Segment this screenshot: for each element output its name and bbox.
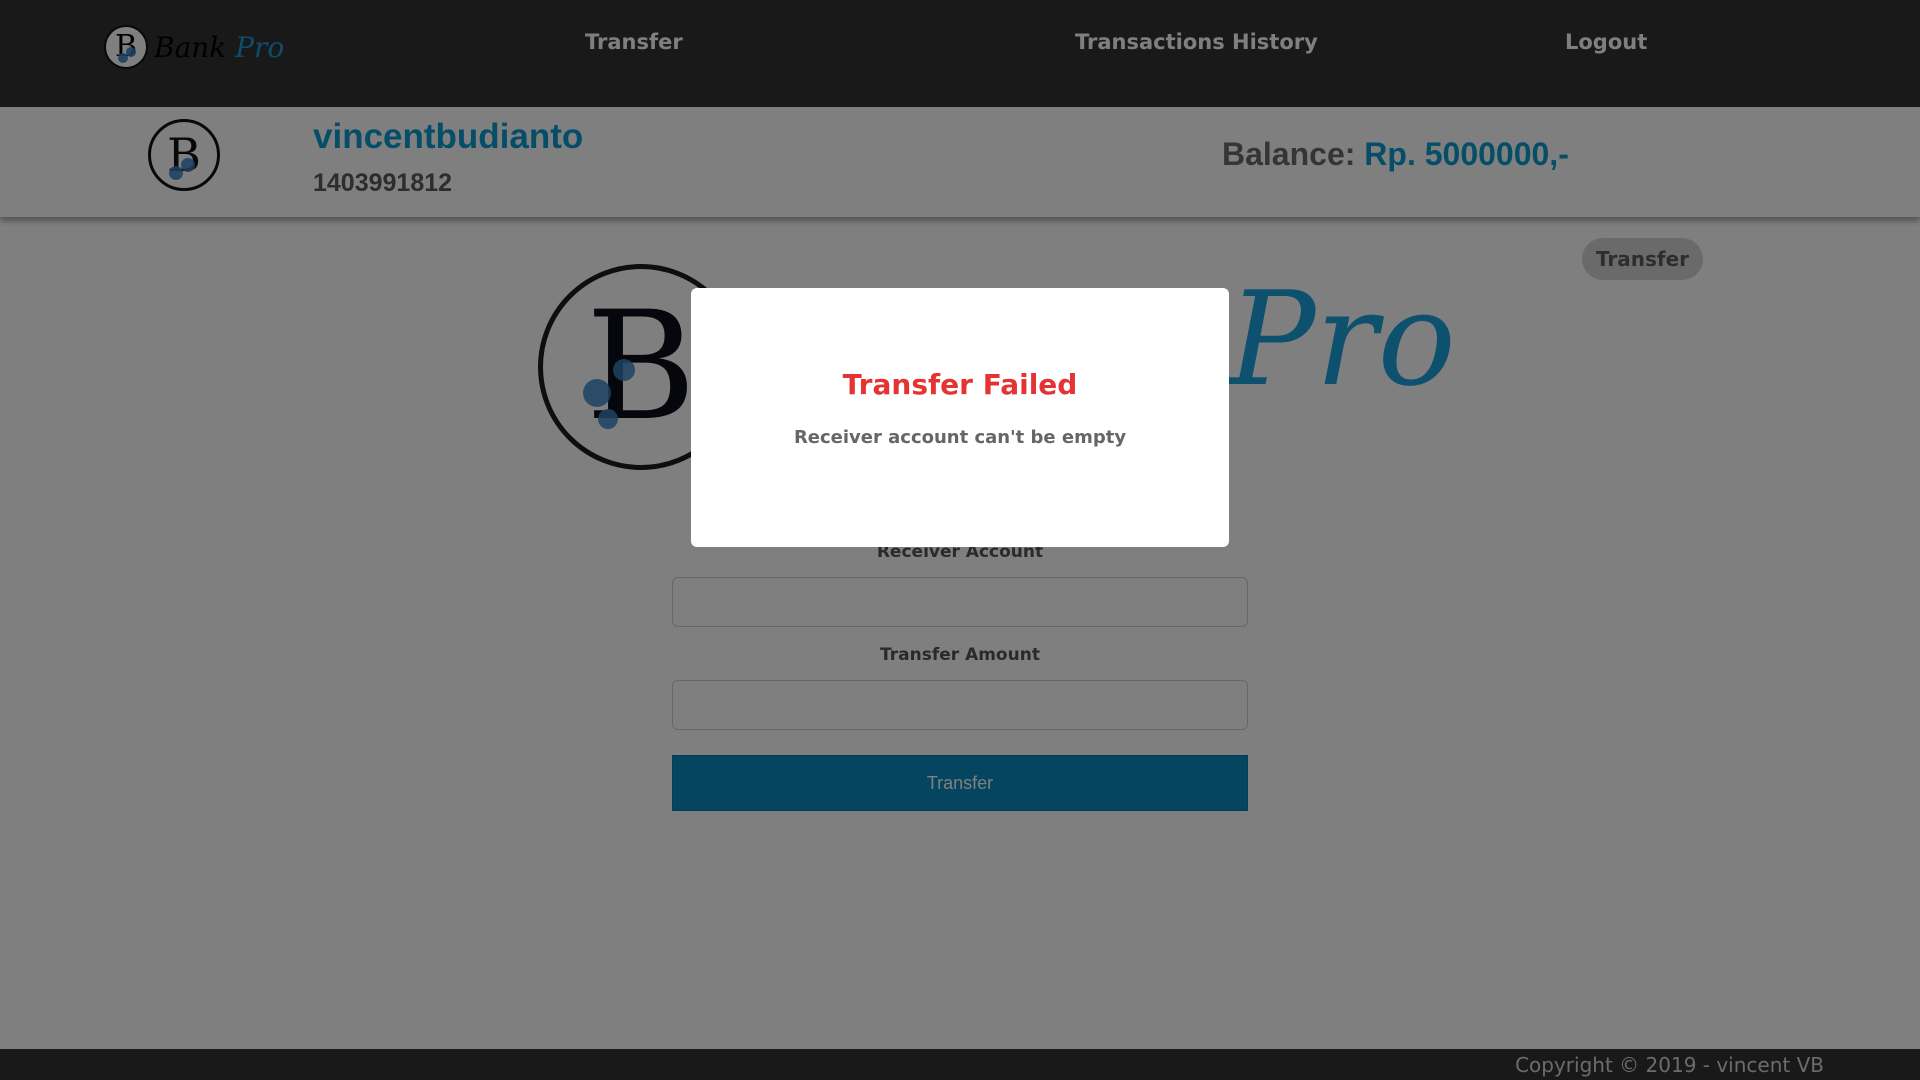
dialog-title: Transfer Failed [842,368,1078,401]
dialog-message: Receiver account can't be empty [793,427,1127,448]
error-dialog: Transfer Failed Receiver account can't b… [691,288,1229,547]
modal-backdrop[interactable]: Transfer Failed Receiver account can't b… [0,0,1920,1080]
